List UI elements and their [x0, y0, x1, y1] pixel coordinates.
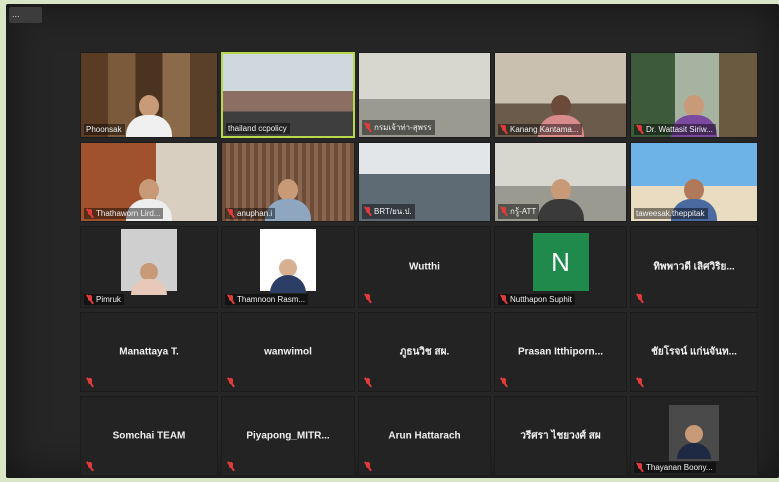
video-tile[interactable]: Dr. Wattasit Siriw...: [630, 52, 758, 138]
mic-muted-icon: [500, 207, 508, 216]
participant-name-label: กรู้-ATT: [498, 204, 540, 219]
mic-muted-icon: [227, 209, 235, 218]
participant-name-label: Thamnoon Rasm...: [225, 294, 309, 305]
mic-muted-icon: [636, 125, 644, 134]
participant-name-label: Phoonsak: [84, 124, 125, 135]
video-tile[interactable]: Piyapong_MITR...: [221, 396, 355, 476]
video-tile-phoonsak[interactable]: Phoonsak: [80, 52, 218, 138]
mic-muted-icon: [636, 378, 644, 387]
mic-muted-icon: [500, 378, 508, 387]
video-tile[interactable]: wanwimol: [221, 312, 355, 392]
participant-name-label: กรมเจ้าท่า-สุพรร: [362, 120, 435, 135]
participant-grid: Phoonsak thailand ccpolicy กรมเจ้าท่า-สุ…: [80, 52, 758, 476]
participant-name: Somchai TEAM: [112, 430, 186, 442]
participant-name-label: taweesak.theppitak: [634, 208, 708, 219]
video-tile[interactable]: Thathaworn Lird...: [80, 142, 218, 222]
avatar: N: [532, 233, 589, 291]
video-tile[interactable]: anuphan.i: [221, 142, 355, 222]
participant-name: Piyapong_MITR...: [246, 430, 330, 442]
mic-muted-icon: [227, 462, 235, 471]
participant-name-label: Kanang Kantama...: [498, 124, 582, 135]
participant-name-label: anuphan.i: [225, 208, 276, 219]
participant-figure: [126, 95, 172, 137]
video-tile-active-speaker[interactable]: thailand ccpolicy: [221, 52, 355, 138]
participant-name: ชัยโรจน์ แก่นจันท...: [651, 346, 737, 358]
video-tile[interactable]: Somchai TEAM: [80, 396, 218, 476]
participant-figure: [131, 263, 167, 295]
video-tile[interactable]: วรีศรา ไชยวงศ์ สผ: [494, 396, 627, 476]
participant-name-label: Nutthapon Suphit: [498, 294, 575, 305]
participant-name-label: Dr. Wattasit Siriw...: [634, 124, 716, 135]
participant-name-label: Thayanan Boony...: [634, 462, 716, 473]
mic-muted-icon: [227, 378, 235, 387]
video-tile[interactable]: กรู้-ATT: [494, 142, 627, 222]
video-tile[interactable]: ทิพพาวดี เลิศวิริย...: [630, 226, 758, 308]
video-tile[interactable]: Kanang Kantama...: [494, 52, 627, 138]
video-tile[interactable]: Prasan Itthiporn...: [494, 312, 627, 392]
video-tile[interactable]: taweesak.theppitak: [630, 142, 758, 222]
participant-name: Wutthi: [409, 261, 440, 273]
video-tile[interactable]: Pimruk: [80, 226, 218, 308]
mic-muted-icon: [364, 294, 372, 303]
video-tile[interactable]: Thamnoon Rasm...: [221, 226, 355, 308]
participant-name: Arun Hattarach: [388, 430, 461, 442]
mic-muted-icon: [364, 207, 372, 216]
participant-name: วรีศรา ไชยวงศ์ สผ: [520, 430, 601, 442]
participant-name: ทิพพาวดี เลิศวิริย...: [653, 261, 735, 273]
video-tile[interactable]: Wutthi: [358, 226, 491, 308]
participant-name: Manattaya T.: [119, 346, 179, 358]
participant-name: Prasan Itthiporn...: [517, 346, 603, 358]
participant-figure: [270, 259, 306, 293]
video-tile[interactable]: Manattaya T.: [80, 312, 218, 392]
participant-name-label: Pimruk: [84, 294, 124, 305]
mic-muted-icon: [86, 209, 94, 218]
participant-figure: [537, 179, 584, 221]
mic-muted-icon: [500, 295, 508, 304]
participant-name: wanwimol: [264, 346, 312, 358]
video-tile[interactable]: Arun Hattarach: [358, 396, 491, 476]
participant-name-label: Thathaworn Lird...: [84, 208, 164, 219]
video-tile[interactable]: BRT/ยน.ป.: [358, 142, 491, 222]
video-tile[interactable]: Thayanan Boony...: [630, 396, 758, 476]
mic-muted-icon: [86, 462, 94, 471]
participant-name-label: thailand ccpolicy: [226, 123, 290, 134]
participant-figure: [677, 425, 711, 459]
mic-muted-icon: [227, 295, 235, 304]
window-corner-label: ...: [9, 7, 42, 23]
video-tile[interactable]: ชัยโรจน์ แก่นจันท...: [630, 312, 758, 392]
video-tile[interactable]: ภูธนวิช สผ.: [358, 312, 491, 392]
mic-muted-icon: [86, 295, 94, 304]
meeting-screen-photo: ... Phoonsak thailand ccpolicy กรมเจ้าท่…: [6, 4, 779, 478]
mic-muted-icon: [636, 294, 644, 303]
participant-name: ภูธนวิช สผ.: [399, 346, 450, 358]
video-tile[interactable]: N Nutthapon Suphit: [494, 226, 627, 308]
mic-muted-icon: [636, 463, 644, 472]
mic-muted-icon: [364, 378, 372, 387]
participant-name-label: BRT/ยน.ป.: [362, 204, 415, 219]
mic-muted-icon: [500, 125, 508, 134]
mic-muted-icon: [86, 378, 94, 387]
mic-muted-icon: [364, 462, 372, 471]
mic-muted-icon: [364, 123, 372, 132]
video-tile[interactable]: กรมเจ้าท่า-สุพรร: [358, 52, 491, 138]
